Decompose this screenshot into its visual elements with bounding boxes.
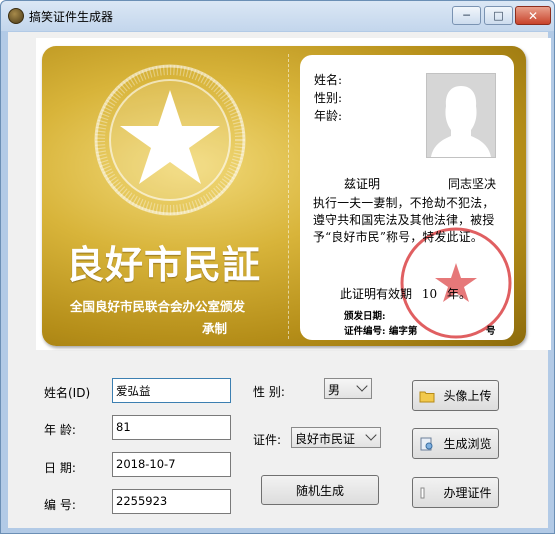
validity-suffix: 年。 <box>446 287 471 301</box>
cert-type-label: 证件: <box>253 433 282 447</box>
validity-line: 此证明有效期 10 年。 <box>340 285 471 302</box>
title-bar: 搞笑证件生成器 ─ □ ✕ <box>1 1 554 31</box>
generate-preview-label: 生成浏览 <box>443 437 492 451</box>
number-input[interactable]: 2255923 <box>112 489 231 514</box>
name-input[interactable]: 爱弘益 <box>112 378 231 403</box>
card-age-label: 年龄: <box>314 109 343 123</box>
age-input[interactable]: 81 <box>112 415 231 440</box>
cert-head-left: 兹证明 <box>344 177 381 191</box>
close-icon: ✕ <box>527 8 539 23</box>
certificate-card: 良好市民証 全国良好市民联合会办公室颁发 承制 姓名: 性别: 年龄: 兹证明 … <box>42 46 526 346</box>
validity-years: 10 <box>421 287 438 301</box>
name-label: 姓名(ID) <box>44 386 91 400</box>
card-gender-label: 性别: <box>314 91 343 105</box>
minimize-button[interactable]: ─ <box>452 6 481 25</box>
folder-icon <box>419 391 435 402</box>
minimize-icon: ─ <box>463 9 470 22</box>
cert-number-label: 证件编号: 编字第 <box>344 326 418 337</box>
generate-preview-button[interactable]: 生成浏览 <box>412 428 499 459</box>
issuer-line-1: 全国良好市民联合会办公室颁发 <box>70 299 246 314</box>
age-label: 年 龄: <box>44 423 76 437</box>
cert-body-text: 执行一夫一妻制，不抢劫不犯法，遵守共和国宪法及其他法律，被授予“良好市民”称号，… <box>313 196 495 244</box>
date-label: 日 期: <box>44 461 76 475</box>
avatar-placeholder <box>426 73 496 158</box>
close-button[interactable]: ✕ <box>515 6 551 25</box>
window-title: 搞笑证件生成器 <box>29 10 114 24</box>
maximize-icon: □ <box>493 9 504 22</box>
random-generate-button[interactable]: 随机生成 <box>261 475 379 505</box>
certificate-preview: 良好市民証 全国良好市民联合会办公室颁发 承制 姓名: 性别: 年龄: 兹证明 … <box>36 38 551 350</box>
issue-certificate-label: 办理证件 <box>443 486 492 500</box>
issuer-line-2: 承制 <box>202 321 228 336</box>
chevron-down-icon <box>365 429 377 441</box>
number-label: 编 号: <box>44 498 76 512</box>
certificate-icon <box>420 487 425 498</box>
client-area: 良好市民証 全国良好市民联合会办公室颁发 承制 姓名: 性别: 年龄: 兹证明 … <box>8 32 551 528</box>
certificate-info-panel: 姓名: 性别: 年龄: 兹证明 同志坚决 执行一夫一妻制，不抢劫不犯法，遵守共和… <box>300 55 514 340</box>
gender-select[interactable]: 男 <box>324 378 372 399</box>
card-name-label: 姓名: <box>314 73 343 87</box>
app-icon <box>8 8 24 24</box>
person-silhouette-icon <box>427 74 495 157</box>
gender-label: 性 别: <box>253 385 285 399</box>
date-input[interactable]: 2018-10-7 <box>112 452 231 477</box>
cert-type-select[interactable]: 良好市民证 <box>291 427 381 448</box>
maximize-button[interactable]: □ <box>484 6 513 25</box>
upload-avatar-button[interactable]: 头像上传 <box>412 380 499 411</box>
cert-type-select-value: 良好市民证 <box>295 432 356 446</box>
cert-number-suffix: 号 <box>486 326 496 337</box>
chevron-down-icon <box>356 380 368 392</box>
app-window: 搞笑证件生成器 ─ □ ✕ 良好市民証 全国良好市民联合会办公室颁发 承制 姓名… <box>0 0 555 534</box>
upload-avatar-label: 头像上传 <box>443 389 492 403</box>
gender-select-value: 男 <box>328 383 341 397</box>
cert-head-right: 同志坚决 <box>448 177 497 191</box>
preview-icon <box>420 437 433 450</box>
perforation-divider <box>288 54 289 339</box>
issue-certificate-button[interactable]: 办理证件 <box>412 477 499 508</box>
star-emblem-icon <box>94 64 246 216</box>
issue-date-label: 颁发日期: <box>344 311 386 322</box>
certificate-emblem-title: 良好市民証 <box>66 242 262 287</box>
validity-prefix: 此证明有效期 <box>340 287 413 301</box>
